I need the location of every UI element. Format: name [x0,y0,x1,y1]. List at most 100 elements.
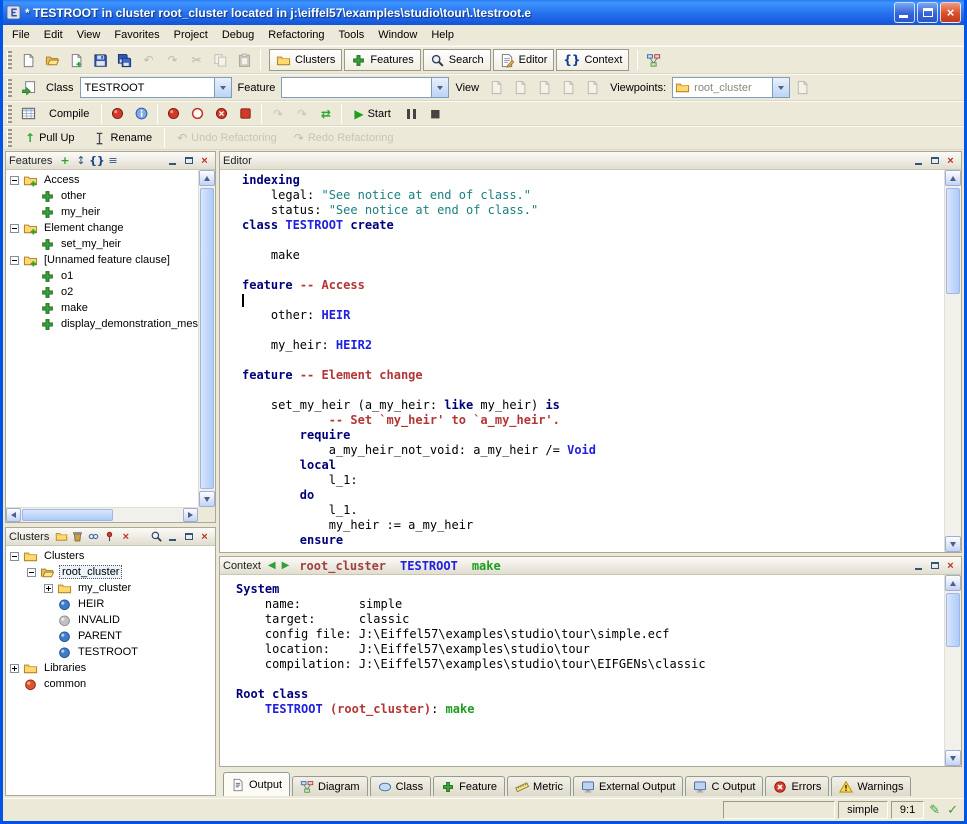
cluster-item-parent[interactable]: PARENT [6,628,215,644]
paste-button[interactable] [233,49,256,71]
features-horizontal-scrollbar[interactable] [6,507,198,522]
breadcrumb-class[interactable]: TESTROOT [400,559,458,573]
remove-button[interactable]: × [118,530,133,544]
scrollbar-track[interactable] [945,591,961,750]
panel-minimize-button[interactable] [911,559,926,573]
stop-points-button[interactable] [234,103,257,125]
context-vertical-scrollbar[interactable] [944,575,961,766]
menu-window[interactable]: Window [371,26,424,44]
cluster-item-root-cluster[interactable]: root_cluster [6,564,215,580]
compile-button[interactable]: Compile [41,103,97,125]
feature-item-other[interactable]: other [6,188,198,204]
view-basic-button[interactable] [485,77,508,99]
step-over-button[interactable]: ↷ [290,103,313,125]
toolbar-grip[interactable] [7,79,12,97]
back-button[interactable]: ◀ [266,560,278,571]
feature-item-my-heir[interactable]: my_heir [6,204,198,220]
breadcrumb-feature[interactable]: make [472,559,501,573]
menu-help[interactable]: Help [424,26,461,44]
save-button[interactable] [89,49,112,71]
menu-refactoring[interactable]: Refactoring [261,26,331,44]
feature-item-display-demonstration-messa[interactable]: display_demonstration_messa [6,316,198,332]
undo-button[interactable]: ↶ [137,49,160,71]
viewpoints-combobox[interactable]: root_cluster [672,77,790,98]
panel-close-button[interactable]: × [197,530,212,544]
toggle-search-button[interactable]: Search [423,49,491,71]
diagram-tool-button[interactable] [642,49,665,71]
scroll-up-button[interactable] [945,170,961,186]
pull-up-button[interactable]: ↑ Pull Up [17,127,83,149]
scrollbar-track[interactable] [21,508,183,522]
scrollbar-track[interactable] [945,186,961,536]
toggle-editor-button[interactable]: Editor [493,49,555,71]
collapse-icon[interactable] [27,568,36,577]
stop-button[interactable]: ■ [424,103,447,125]
menu-project[interactable]: Project [167,26,215,44]
editor-vertical-scrollbar[interactable] [944,170,961,552]
cut-button[interactable]: ✂ [185,49,208,71]
resynchronize-button[interactable]: ⇄ [314,103,337,125]
scrollbar-thumb[interactable] [946,188,960,294]
breadcrumb-cluster[interactable]: root_cluster [299,559,386,573]
scrollbar-thumb[interactable] [200,188,214,489]
cluster-item-heir[interactable]: HEIR [6,596,215,612]
view-contract-button[interactable] [557,77,580,99]
view-flat-button[interactable] [533,77,556,99]
new-cluster-button[interactable] [54,530,69,544]
viewpoints-extra-button[interactable] [791,77,814,99]
tab-output[interactable]: Output [223,772,290,796]
tab-errors[interactable]: Errors [765,776,829,796]
tab-metric[interactable]: Metric [507,776,571,796]
rename-button[interactable]: Rename [84,127,161,149]
start-button[interactable]: ▶ Start [346,103,398,125]
minimize-button[interactable] [894,2,915,23]
menu-edit[interactable]: Edit [37,26,70,44]
cluster-item-common[interactable]: common [6,676,215,692]
features-vertical-scrollbar[interactable] [198,170,215,507]
feature-item-element-change[interactable]: Element change [6,220,198,236]
disable-breakpoints-button[interactable] [186,103,209,125]
panel-minimize-button[interactable] [165,530,180,544]
toolbar-grip[interactable] [7,51,12,69]
tab-external-output[interactable]: External Output [573,776,683,796]
editor-text-area[interactable]: indexing legal: "See notice at end of cl… [220,170,944,552]
panel-close-button[interactable]: × [943,559,958,573]
menu-tools[interactable]: Tools [332,26,372,44]
cluster-item-invalid[interactable]: INVALID [6,612,215,628]
toggle-clusters-button[interactable]: Clusters [269,49,342,71]
feature-item-o1[interactable]: o1 [6,268,198,284]
cluster-item-my-cluster[interactable]: my_cluster [6,580,215,596]
class-combobox-dropdown[interactable] [214,78,231,97]
tab-class[interactable]: Class [370,776,432,796]
show-breakpoints-button[interactable] [162,103,185,125]
list-view-button[interactable]: ≡ [105,154,120,168]
scrollbar-track[interactable] [199,186,215,491]
tab-c-output[interactable]: C Output [685,776,763,796]
panel-maximize-button[interactable] [927,154,942,168]
expand-icon[interactable] [10,664,19,673]
feature-item-o2[interactable]: o2 [6,284,198,300]
cluster-item-testroot[interactable]: TESTROOT [6,644,215,660]
search-cluster-button[interactable] [149,530,164,544]
tab-feature[interactable]: Feature [433,776,505,796]
scroll-up-button[interactable] [945,575,961,591]
menu-file[interactable]: File [5,26,37,44]
forward-button[interactable]: ▶ [280,560,292,571]
scroll-down-button[interactable] [945,536,961,552]
scroll-down-button[interactable] [199,491,215,507]
open-file-button[interactable] [41,49,64,71]
redo-refactoring-button[interactable]: ↷ Redo Refactoring [286,127,402,149]
delete-button[interactable] [70,530,85,544]
collapse-icon[interactable] [10,552,19,561]
new-window-button[interactable] [17,49,40,71]
scroll-down-button[interactable] [945,750,961,766]
menu-debug[interactable]: Debug [215,26,261,44]
feature-item-access[interactable]: Access [6,172,198,188]
tab-diagram[interactable]: Diagram [292,776,368,796]
feature-combobox-dropdown[interactable] [431,78,448,97]
scroll-left-button[interactable] [6,508,21,522]
melt-button[interactable] [17,103,40,125]
sort-button[interactable]: ↕ [73,154,88,168]
add-feature-button[interactable]: + [57,154,72,168]
menu-view[interactable]: View [70,26,108,44]
